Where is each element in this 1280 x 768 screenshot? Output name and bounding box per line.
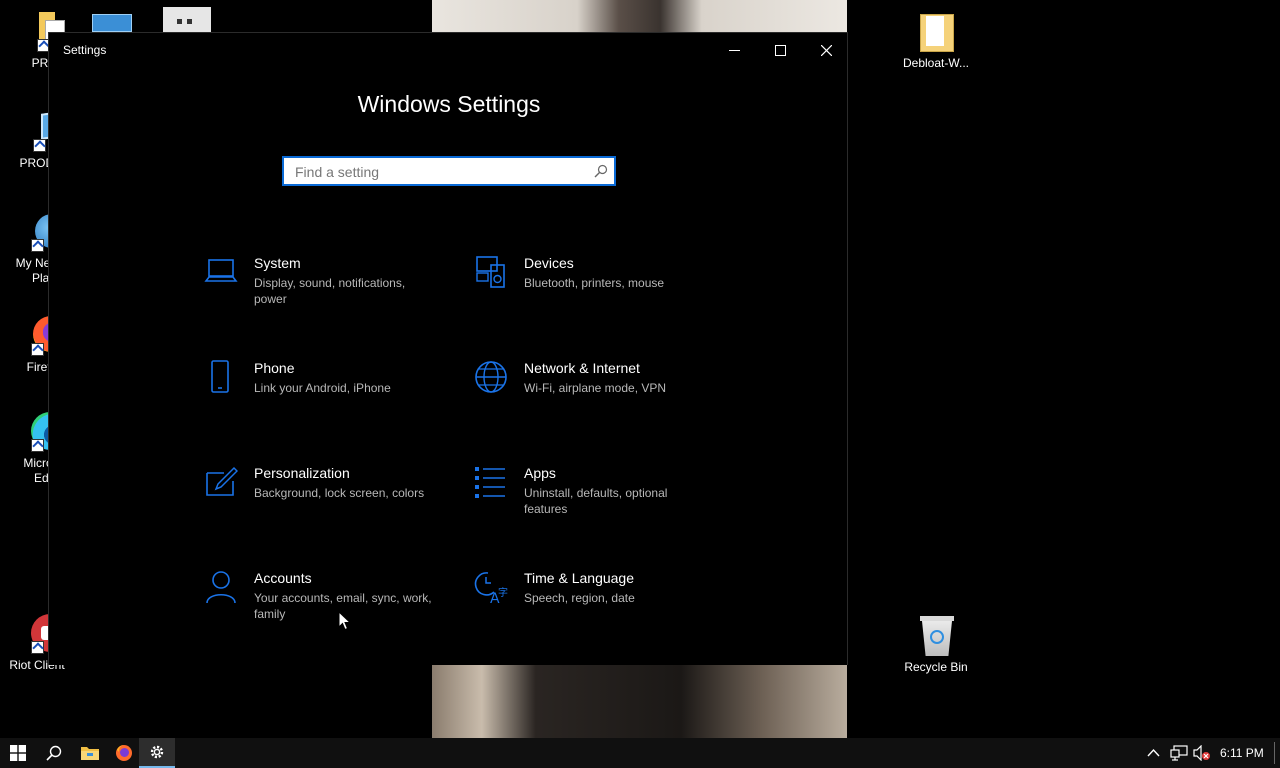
chevron-up-icon[interactable] (1147, 747, 1160, 759)
phone-icon (211, 360, 229, 393)
tile-title: Network & Internet (524, 360, 640, 376)
network-icon[interactable] (1170, 745, 1188, 761)
tile-title: Devices (524, 255, 574, 271)
wallpaper-top (432, 0, 847, 32)
search-taskbar-button[interactable] (36, 738, 72, 768)
time-language-icon: A 字 (474, 572, 508, 604)
close-button[interactable] (803, 33, 849, 67)
settings-window: Settings Windows Settings System Display… (48, 32, 848, 665)
apps-list-icon (475, 467, 505, 498)
clock[interactable]: 6:11 PM (1220, 746, 1264, 760)
settings-taskbar-button[interactable] (139, 738, 175, 768)
minimize-button[interactable] (711, 33, 757, 67)
desktop-icon-partial-1[interactable] (92, 14, 132, 32)
file-explorer-button[interactable] (72, 738, 108, 768)
tile-system[interactable]: System Display, sound, notifications, po… (204, 255, 444, 315)
desktop-icon-debloat[interactable]: Debloat-W... (899, 12, 973, 71)
desktop-icon-recycle-bin[interactable]: Recycle Bin (899, 616, 973, 675)
tile-apps[interactable]: Apps Uninstall, defaults, optional featu… (474, 465, 714, 525)
window-title: Settings (63, 43, 107, 57)
tile-title: System (254, 255, 301, 271)
tile-description: Display, sound, notifications, power (254, 276, 406, 306)
desktop-icon-partial-2[interactable] (163, 7, 211, 32)
search-icon[interactable] (594, 164, 608, 178)
tile-description: Background, lock screen, colors (254, 486, 425, 500)
globe-icon (475, 361, 507, 393)
person-icon (206, 571, 236, 604)
tile-description: Uninstall, defaults, optional features (524, 486, 668, 516)
windows-logo-icon (10, 745, 26, 761)
tile-title: Time & Language (524, 570, 634, 586)
laptop-icon (204, 259, 238, 282)
maximize-icon (774, 44, 786, 56)
tile-personalization[interactable]: Personalization Background, lock screen,… (204, 465, 444, 515)
tile-title: Personalization (254, 465, 350, 481)
tile-devices[interactable]: Devices Bluetooth, printers, mouse (474, 255, 714, 315)
tile-network-internet[interactable]: Network & Internet Wi-Fi, airplane mode,… (474, 360, 714, 410)
tile-accounts[interactable]: Accounts Your accounts, email, sync, wor… (204, 570, 444, 630)
tile-title: Accounts (254, 570, 312, 586)
start-button[interactable] (0, 738, 36, 768)
folder-icon (918, 12, 954, 52)
tile-time-language[interactable]: A 字 Time & Language Speech, region, date (474, 570, 714, 620)
show-desktop-button[interactable] (1274, 742, 1275, 764)
paint-icon (206, 466, 238, 496)
firefox-taskbar-button[interactable] (106, 738, 142, 768)
recycle-bin-icon (918, 616, 954, 656)
tile-phone[interactable]: Phone Link your Android, iPhone (204, 360, 444, 410)
search-input[interactable] (293, 158, 587, 186)
close-icon (820, 44, 832, 56)
tile-title: Apps (524, 465, 556, 481)
tile-description: Speech, region, date (524, 591, 635, 605)
search-icon (46, 745, 62, 761)
devices-icon (476, 256, 505, 288)
tile-description: Wi-Fi, airplane mode, VPN (524, 381, 667, 395)
mouse-cursor-icon (338, 611, 351, 631)
gear-icon (150, 745, 164, 759)
minimize-icon (728, 49, 740, 51)
tile-description: Bluetooth, printers, mouse (524, 276, 665, 290)
folder-icon (81, 747, 99, 760)
search-box[interactable] (282, 156, 616, 186)
wallpaper-bottom (432, 665, 847, 738)
firefox-icon (116, 745, 132, 761)
volume-muted-icon[interactable] (1193, 745, 1211, 761)
title-bar[interactable]: Settings (49, 33, 847, 67)
maximize-button[interactable] (757, 33, 803, 67)
svg-text:字: 字 (498, 586, 508, 599)
taskbar: 6:11 PM (0, 738, 1280, 768)
tile-title: Phone (254, 360, 295, 376)
tile-description: Link your Android, iPhone (254, 381, 391, 395)
page-title: Windows Settings (357, 91, 541, 117)
